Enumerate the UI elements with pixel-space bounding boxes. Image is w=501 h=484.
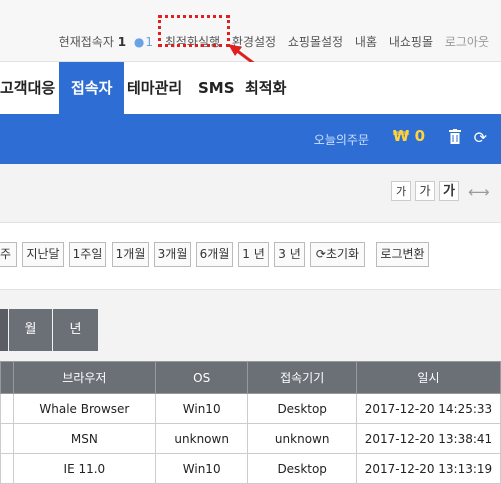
visitors-label: 현재접속자 — [58, 35, 114, 49]
table-cell-device: Desktop — [247, 453, 357, 484]
font-small-button[interactable]: 가 — [391, 181, 411, 201]
top-bar: 현재접속자 1 ●1 최적화실행 환경설정 쇼핑몰설정 내홈 내쇼핑몰 로그아웃 — [0, 0, 501, 73]
date-filter-bar: 주 지난달 1주일 1개월 3개월 6개월 1 년 3 년 ⟳초기화 로그변환 — [0, 222, 501, 290]
resize-arrows-icon[interactable]: ⟷ — [468, 183, 490, 201]
table-cell-os: Win10 — [154, 453, 249, 484]
refresh-icon[interactable]: ⟳ — [474, 128, 487, 147]
table-cell-os: Win10 — [154, 393, 249, 424]
visitors-icon-count: 1 — [145, 35, 154, 49]
table-row[interactable]: Whale Browser Win10 Desktop 2017-12-20 1… — [0, 393, 501, 424]
table-cell-os: unknown — [154, 423, 249, 454]
filter-last-month-button[interactable]: 지난달 — [22, 242, 64, 267]
font-medium-button[interactable]: 가 — [415, 181, 435, 201]
main-nav: 고객대응 접속자 테마관리 SMS 최적화 — [0, 62, 501, 114]
font-large-button[interactable]: 가 — [439, 181, 459, 201]
table-cell-browser: Whale Browser — [12, 393, 156, 424]
visitors-count: 1 — [117, 35, 127, 49]
table-cell-browser: IE 11.0 — [12, 453, 156, 484]
filter-1week-button[interactable]: 1주일 — [69, 242, 106, 267]
table-cell — [0, 393, 14, 424]
table-cell-datetime: 2017-12-20 14:25:33 — [355, 393, 501, 424]
column-header — [0, 361, 14, 394]
table-row[interactable]: MSN unknown unknown 2017-12-20 13:38:41 — [0, 423, 501, 454]
trash-icon[interactable] — [449, 129, 461, 144]
table-cell-datetime: 2017-12-20 13:38:41 — [355, 423, 501, 454]
nav-item-theme[interactable]: 테마관리 — [127, 62, 182, 114]
column-header-device: 접속기기 — [247, 361, 357, 394]
tab-month[interactable]: 월 — [9, 309, 52, 351]
column-header-datetime: 일시 — [355, 361, 501, 394]
table-header-row: 브라우저 OS 접속기기 일시 — [0, 361, 501, 394]
tab-edge — [0, 309, 8, 351]
table-cell-device: unknown — [247, 423, 357, 454]
order-amount: ₩ 0 — [393, 127, 425, 145]
amount-value: 0 — [414, 127, 425, 145]
column-header-os: OS — [154, 361, 249, 394]
table-cell-datetime: 2017-12-20 13:13:19 — [355, 453, 501, 484]
order-label: 오늘의주문 — [313, 133, 369, 147]
filter-1month-button[interactable]: 1개월 — [112, 242, 149, 267]
refresh-icon: ⟳ — [315, 247, 326, 261]
table-cell — [0, 453, 14, 484]
table-cell-browser: MSN — [12, 423, 156, 454]
header-link-my-shop[interactable]: 내쇼핑몰 — [389, 35, 433, 49]
header-link-home[interactable]: 내홈 — [355, 35, 377, 49]
filter-week-button[interactable]: 주 — [0, 242, 17, 267]
filter-reset-button[interactable]: ⟳초기화 — [310, 242, 365, 267]
nav-item-sms[interactable]: SMS — [198, 62, 235, 114]
header-links: 현재접속자 1 ●1 최적화실행 환경설정 쇼핑몰설정 내홈 내쇼핑몰 로그아웃 — [51, 33, 489, 50]
highlight-box — [158, 15, 230, 47]
visitor-table: 브라우저 OS 접속기기 일시 Whale Browser Win10 Desk… — [0, 361, 501, 484]
table-cell-device: Desktop — [247, 393, 357, 424]
filter-1year-button[interactable]: 1 년 — [238, 242, 269, 267]
table-row[interactable]: IE 11.0 Win10 Desktop 2017-12-20 13:13:1… — [0, 453, 501, 484]
header-link-shop-settings[interactable]: 쇼핑몰설정 — [288, 35, 343, 49]
log-convert-button[interactable]: 로그변환 — [376, 242, 429, 267]
nav-item-customer[interactable]: 고객대응 — [0, 62, 55, 114]
filter-3year-button[interactable]: 3 년 — [274, 242, 305, 267]
column-header-browser: 브라우저 — [12, 361, 156, 394]
tab-year[interactable]: 년 — [53, 309, 98, 351]
currency-symbol: ₩ — [392, 127, 410, 145]
person-icon: ● — [133, 35, 145, 49]
filter-3month-button[interactable]: 3개월 — [154, 242, 191, 267]
reset-label: 초기화 — [325, 247, 360, 261]
order-bar: 오늘의주문 ₩ 0 ⟳ — [0, 114, 501, 164]
filter-6month-button[interactable]: 6개월 — [196, 242, 233, 267]
nav-item-optimize[interactable]: 최적화 — [245, 62, 286, 114]
header-link-logout[interactable]: 로그아웃 — [445, 35, 489, 49]
table-cell — [0, 423, 14, 454]
nav-item-visitors[interactable]: 접속자 — [59, 62, 125, 114]
content-area: 가 가 가 ⟷ 주 지난달 1주일 1개월 3개월 6개월 1 년 3 년 ⟳초… — [0, 164, 501, 484]
